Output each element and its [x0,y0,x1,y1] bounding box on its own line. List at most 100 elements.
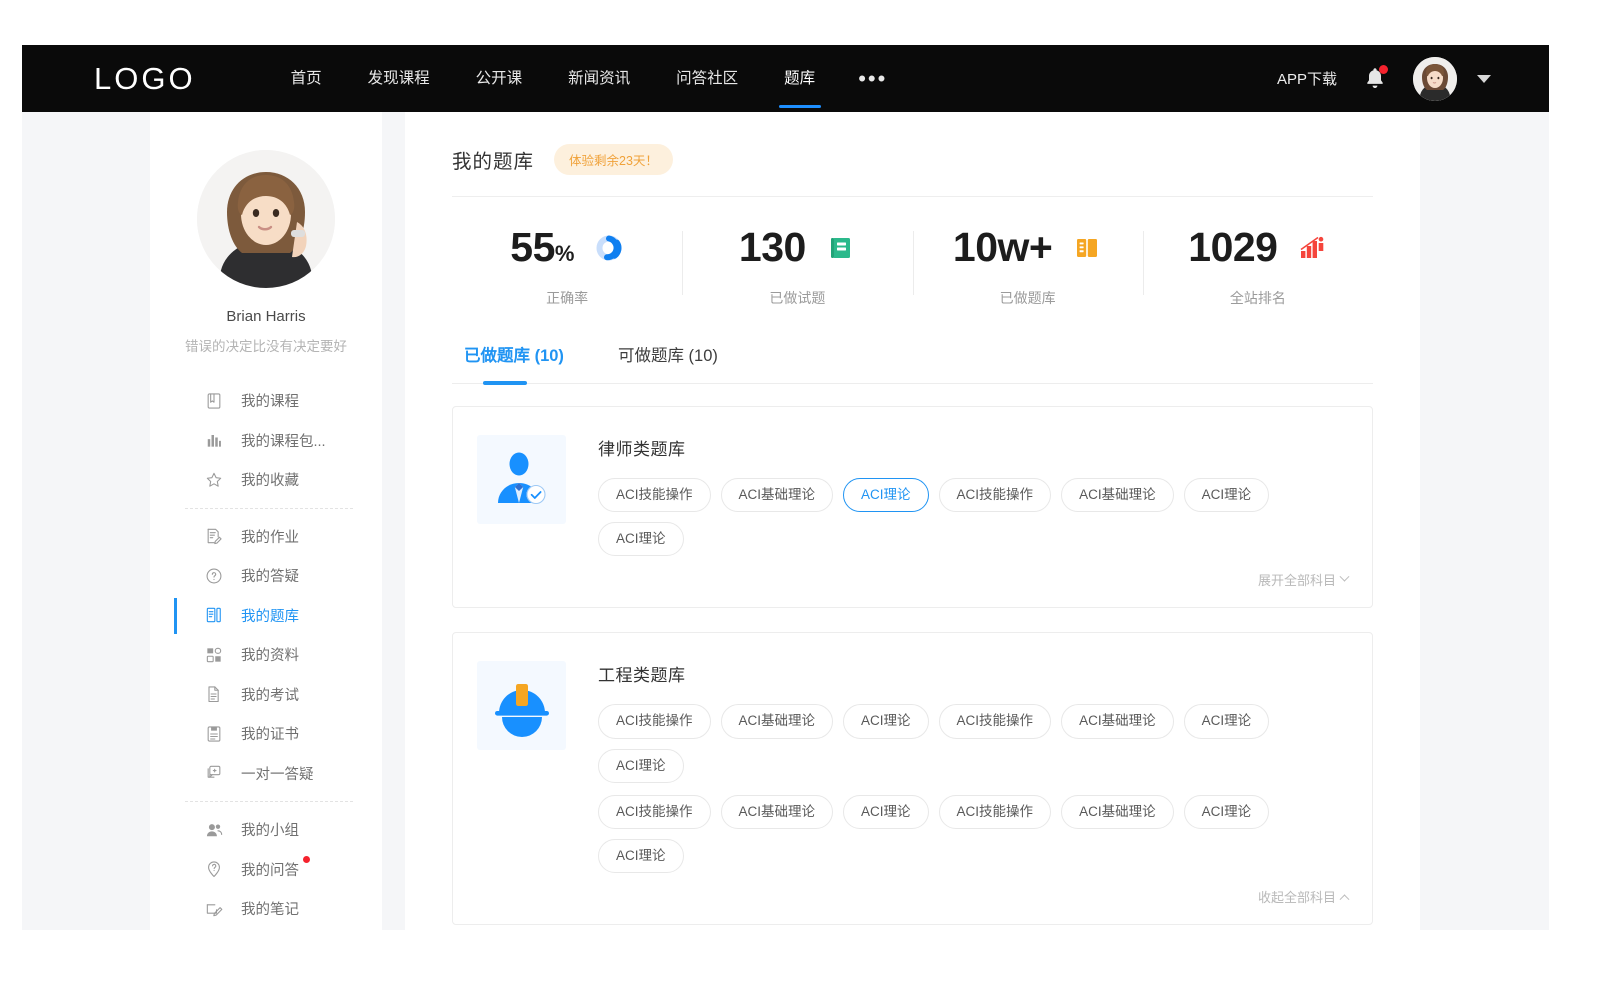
top-navigation-bar: LOGO 首页发现课程公开课新闻资讯问答社区题库 ••• APP下载 [22,45,1549,112]
certificate-icon [204,724,224,744]
stat-label: 全站排名 [1230,288,1286,308]
subject-tag[interactable]: ACI理论 [1184,478,1270,512]
sidebar-item-label: 我的课程 [241,390,299,411]
stat-value-row: 130 [739,227,856,268]
subject-tag[interactable]: ACI理论 [598,749,684,783]
app-download-link[interactable]: APP下载 [1277,68,1337,89]
exam-icon [204,684,224,704]
note-edit-icon [204,899,224,919]
notification-dot [1379,65,1388,74]
nav-item-3[interactable]: 公开课 [453,45,546,112]
stat-number: 1029 [1188,224,1277,270]
chat-icon [204,763,224,783]
tab-1[interactable]: 已做题库 (10) [464,342,564,383]
subject-tag[interactable]: ACI基础理论 [721,478,834,512]
app-root: LOGO 首页发现课程公开课新闻资讯问答社区题库 ••• APP下载 [0,0,1600,990]
sidebar-item-10[interactable]: 一对一答疑 [150,754,382,794]
stat-number: 55 [510,224,555,270]
sidebar-divider [185,508,353,509]
expand-link-label: 收起全部科目 [1258,887,1336,906]
stat-unit: % [555,241,574,266]
subject-tag[interactable]: ACI理论 [843,795,929,829]
subject-tag[interactable]: ACI技能操作 [939,704,1052,738]
card-body: 律师类题库ACI技能操作ACI基础理论ACI理论ACI技能操作ACI基础理论AC… [598,431,1348,597]
sidebar-item-5[interactable]: 我的答疑 [150,556,382,596]
book-icon [204,391,224,411]
subject-tag[interactable]: ACI基础理论 [721,704,834,738]
subject-tag[interactable]: ACI理论 [1184,795,1270,829]
notification-bell-button[interactable] [1363,66,1387,92]
orange-book-icon [1072,233,1102,263]
nav-user-avatar[interactable] [1413,57,1457,101]
collapse-subjects-link[interactable]: 收起全部科目 [1258,887,1348,906]
lawyer-icon [477,435,566,524]
sidebar-avatar [197,150,335,288]
sidebar-item-6[interactable]: 我的题库 [150,596,382,636]
sidebar-item-label: 我的问答 [241,859,299,880]
card-title: 律师类题库 [598,435,1348,460]
sidebar-item-13[interactable]: 我的笔记 [150,889,382,929]
nav-item-2[interactable]: 发现课程 [345,45,453,112]
sidebar-item-badge-dot [303,856,310,863]
sidebar-item-11[interactable]: 我的小组 [150,810,382,850]
subject-tag[interactable]: ACI基础理论 [1061,478,1174,512]
stat-card-4: 1029 全站排名 [1143,227,1373,308]
subject-tag[interactable]: ACI理论 [1184,704,1270,738]
sidebar-item-2[interactable]: 我的课程包... [150,421,382,461]
nav-item-1[interactable]: 首页 [268,45,345,112]
sidebar-item-12[interactable]: 我的问答 [150,850,382,890]
nav-item-4[interactable]: 新闻资讯 [545,45,653,112]
sidebar-item-1[interactable]: 我的课程 [150,381,382,421]
stat-label: 正确率 [546,288,588,308]
subject-tag[interactable]: ACI基础理论 [721,795,834,829]
subject-tag[interactable]: ACI基础理论 [1061,795,1174,829]
site-logo[interactable]: LOGO [94,61,196,97]
nav-user-chevron-down-icon[interactable] [1477,75,1491,83]
sidebar-item-7[interactable]: 我的资料 [150,635,382,675]
subject-tag[interactable]: ACI理论 [598,522,684,556]
nav-item-6[interactable]: 题库 [761,45,838,112]
subject-tag[interactable]: ACI理论 [843,478,929,512]
subject-tag[interactable]: ACI技能操作 [939,795,1052,829]
sidebar-item-label: 一对一答疑 [241,763,314,784]
sidebar-item-8[interactable]: 我的考试 [150,675,382,715]
subject-tag[interactable]: ACI基础理论 [1061,704,1174,738]
subject-tag[interactable]: ACI理论 [598,839,684,873]
card-footer: 展开全部科目 [598,568,1348,597]
sidebar-item-label: 我的题库 [241,605,299,626]
subject-tag[interactable]: ACI技能操作 [598,478,711,512]
stat-value-row: 10w+ [953,227,1102,268]
sidebar-item-label: 我的收藏 [241,469,299,490]
sidebar-item-3[interactable]: 我的收藏 [150,460,382,500]
sidebar-item-label: 我的考试 [241,684,299,705]
stat-card-3: 10w+已做题库 [913,227,1143,308]
nav-more-icon[interactable]: ••• [838,59,907,99]
chevron-down-icon [1340,572,1350,582]
sidebar-item-label: 我的作业 [241,526,299,547]
homework-icon [204,526,224,546]
red-rank-icon [1297,233,1327,263]
card-body: 工程类题库 ACI技能操作 ACI基础理论 ACI理论 ACI技能操作 ACI基础理论 AC… [598,657,1348,914]
tag-row: ACI技能操作 ACI基础理论 ACI理论 ACI技能操作 ACI基础理论 ACI理论 AC… [598,478,1348,556]
sidebar-divider [185,801,353,802]
tab-2[interactable]: 可做题库 (10) [618,342,718,383]
card-footer: 收起全部科目 [598,885,1348,914]
stat-value: 1029 [1188,227,1277,268]
subject-tag[interactable]: ACI理论 [843,704,929,738]
sidebar-user-motto: 错误的决定比没有决定要好 [150,335,382,355]
sidebar-item-label: 我的小组 [241,819,299,840]
sidebar-item-9[interactable]: 我的证书 [150,714,382,754]
nav-item-5[interactable]: 问答社区 [653,45,761,112]
subject-tag[interactable]: ACI技能操作 [598,795,711,829]
expand-subjects-link[interactable]: 展开全部科目 [1258,570,1348,589]
sidebar-item-label: 我的课程包... [241,430,326,451]
card-title: 工程类题库 [598,661,1348,686]
subject-tag[interactable]: ACI技能操作 [598,704,711,738]
subject-tag[interactable]: ACI技能操作 [939,478,1052,512]
sidebar-item-4[interactable]: 我的作业 [150,517,382,557]
question-circle-icon [204,566,224,586]
stats-row: 55%正确率130已做试题10w+已做题库1029全站排名 [452,197,1373,330]
stat-number: 130 [739,224,806,270]
stat-value: 130 [739,227,806,268]
stat-value-row: 55% [510,227,624,268]
